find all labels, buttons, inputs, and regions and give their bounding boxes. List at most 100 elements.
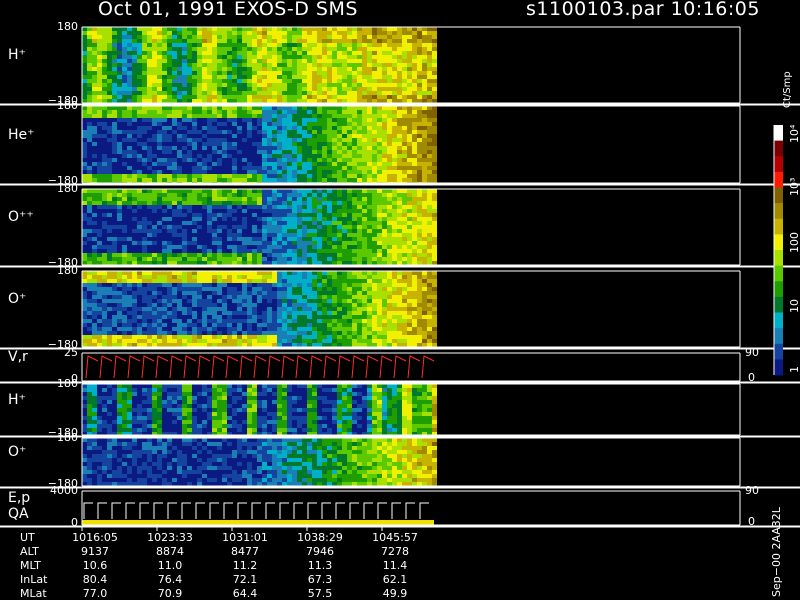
heatmap-cell	[152, 221, 157, 225]
heatmap-cell	[242, 249, 247, 253]
heatmap-cell	[357, 245, 362, 249]
heatmap-cell	[112, 217, 117, 221]
heatmap-cell	[332, 31, 337, 35]
heatmap-cell	[422, 138, 427, 142]
heatmap-cell	[137, 95, 142, 99]
heatmap-cell	[307, 142, 312, 146]
heatmap-cell	[237, 253, 242, 257]
heatmap-cell	[287, 83, 292, 87]
heatmap-cell	[187, 106, 192, 110]
heatmap-cell	[432, 193, 437, 197]
heatmap-cell	[432, 146, 437, 150]
heatmap-cell	[372, 67, 377, 71]
heatmap-cell	[207, 221, 212, 225]
heatmap-cell	[112, 233, 117, 237]
heatmap-cell	[227, 319, 232, 323]
heatmap-cell	[372, 170, 377, 174]
heatmap-cell	[227, 307, 232, 311]
heatmap-cell	[407, 166, 412, 170]
heatmap-cell	[127, 158, 132, 162]
heatmap-cell	[82, 299, 87, 303]
heatmap-cell	[427, 27, 432, 31]
heatmap-cell	[242, 291, 247, 295]
heatmap-cell	[412, 178, 417, 182]
heatmap-cell	[257, 178, 262, 182]
heatmap-cell	[412, 166, 417, 170]
heatmap-cell	[197, 154, 202, 158]
heatmap-cell	[267, 217, 272, 221]
heatmap-cell	[402, 75, 407, 79]
heatmap-cell	[217, 43, 222, 47]
heatmap-cell	[307, 106, 312, 110]
heatmap-cell	[372, 55, 377, 59]
heatmap-cell	[242, 47, 247, 51]
heatmap-cell	[412, 201, 417, 205]
heatmap-cell	[97, 75, 102, 79]
heatmap-cell	[122, 154, 127, 158]
heatmap-cell	[302, 197, 307, 201]
heatmap-cell	[262, 39, 267, 43]
heatmap-cell	[252, 75, 257, 79]
heatmap-cell	[287, 118, 292, 122]
heatmap-cell	[197, 253, 202, 257]
heatmap-cell	[97, 275, 102, 279]
heatmap-cell	[312, 27, 317, 31]
heatmap-cell	[132, 150, 137, 154]
heatmap-cell	[277, 339, 282, 343]
heatmap-cell	[187, 339, 192, 343]
heatmap-cell	[147, 245, 152, 249]
heatmap-cell	[367, 249, 372, 253]
heatmap-cell	[82, 138, 87, 142]
heatmap-cell	[412, 221, 417, 225]
heatmap-cell	[257, 229, 262, 233]
heatmap-cell	[137, 114, 142, 118]
heatmap-cell	[422, 43, 427, 47]
heatmap-cell	[272, 331, 277, 335]
heatmap-cell	[177, 158, 182, 162]
heatmap-cell	[232, 170, 237, 174]
heatmap-cell	[252, 174, 257, 178]
heatmap-cell	[202, 27, 207, 31]
heatmap-cell	[332, 83, 337, 87]
heatmap-cell	[122, 130, 127, 134]
heatmap-cell	[412, 75, 417, 79]
heatmap-cell	[287, 315, 292, 319]
heatmap-cell	[112, 213, 117, 217]
heatmap-cell	[382, 162, 387, 166]
heatmap-cell	[427, 95, 432, 99]
heatmap-cell	[297, 67, 302, 71]
heatmap-cell	[257, 331, 262, 335]
heatmap-cell	[297, 39, 302, 43]
heatmap-cell	[367, 150, 372, 154]
heatmap-cell	[167, 257, 172, 261]
heatmap-cell	[147, 335, 152, 339]
heatmap-cell	[392, 221, 397, 225]
heatmap-cell	[347, 201, 352, 205]
heatmap-cell	[197, 331, 202, 335]
heatmap-cell	[232, 319, 237, 323]
heatmap-cell	[162, 189, 167, 193]
heatmap-cell	[322, 138, 327, 142]
heatmap-cell	[222, 253, 227, 257]
heatmap-cell	[132, 307, 137, 311]
heatmap-cell	[122, 47, 127, 51]
heatmap-cell	[382, 83, 387, 87]
heatmap-cell	[432, 47, 437, 51]
heatmap-cell	[102, 130, 107, 134]
heatmap-cell	[82, 225, 87, 229]
heatmap-cell	[157, 138, 162, 142]
heatmap-cell	[307, 51, 312, 55]
heatmap-cell	[227, 189, 232, 193]
heatmap-cell	[172, 307, 177, 311]
heatmap-cell	[292, 229, 297, 233]
heatmap-cell	[307, 122, 312, 126]
heatmap-cell	[212, 166, 217, 170]
heatmap-cell	[272, 142, 277, 146]
heatmap-cell	[392, 35, 397, 39]
heatmap-cell	[82, 287, 87, 291]
heatmap-cell	[337, 146, 342, 150]
heatmap-cell	[132, 55, 137, 59]
heatmap-cell	[212, 205, 217, 209]
heatmap-cell	[92, 35, 97, 39]
heatmap-cell	[197, 319, 202, 323]
